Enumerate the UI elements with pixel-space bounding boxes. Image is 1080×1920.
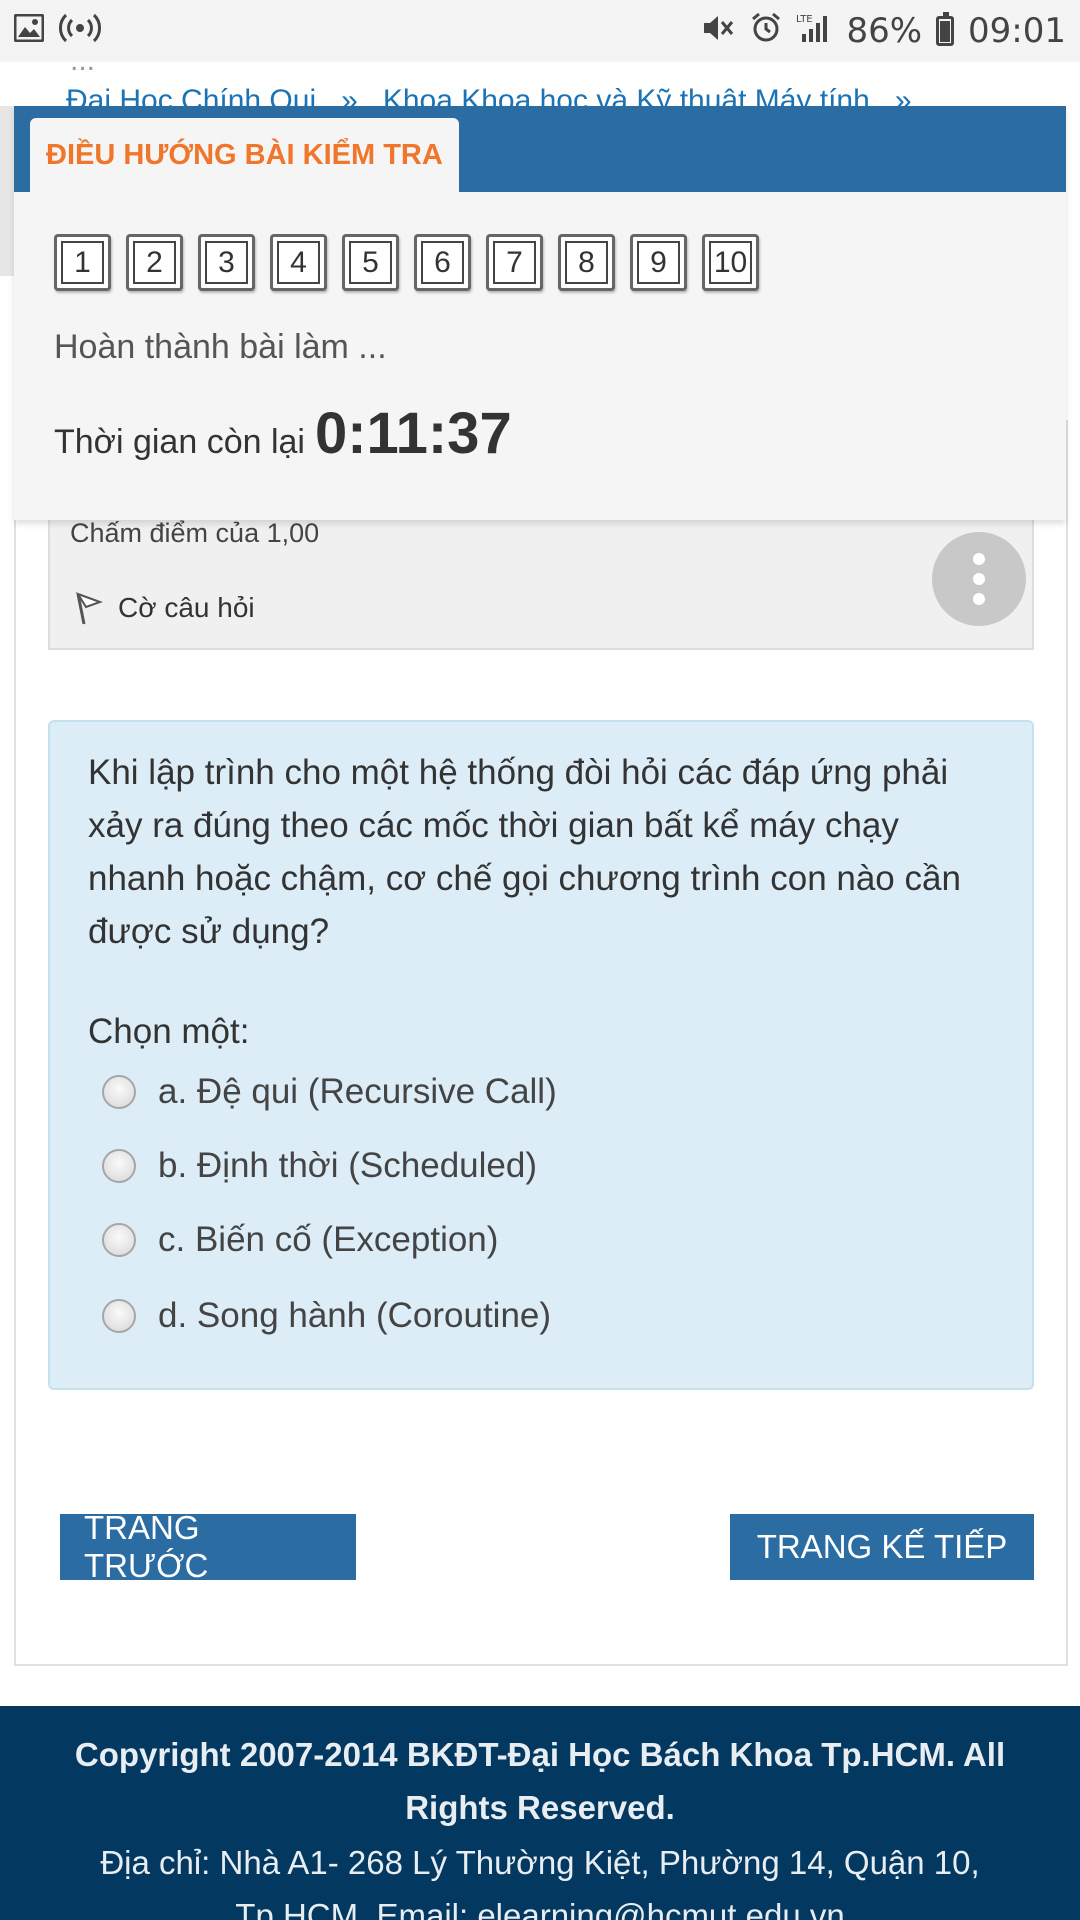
answer-option-a[interactable]: a. Đệ qui (Recursive Call) — [102, 1072, 557, 1112]
breadcrumb: ... Đại Học Chính Qui » Khoa Khoa học và… — [0, 62, 1080, 106]
question-number-label: 7 — [493, 241, 536, 284]
radio-button[interactable] — [102, 1223, 136, 1257]
question-text: Khi lập trình cho một hệ thống đòi hỏi c… — [88, 753, 961, 951]
breadcrumb-separator: » — [341, 84, 358, 106]
previous-page-button[interactable]: TRANG TRƯỚC — [60, 1509, 356, 1584]
question-number-button[interactable]: 10 — [702, 234, 759, 291]
question-number-label: 1 — [61, 241, 104, 284]
page-edge — [0, 106, 14, 276]
breadcrumb-links[interactable]: Đại Học Chính Qui » Khoa Khoa học và Kỹ … — [66, 84, 912, 106]
timer-value: 0:11:37 — [314, 401, 512, 466]
answer-option-label[interactable]: b. Định thời (Scheduled) — [158, 1146, 537, 1186]
question-number-button[interactable]: 7 — [486, 234, 543, 291]
answer-option-d[interactable]: d. Song hành (Coroutine) — [102, 1296, 551, 1336]
answer-option-label[interactable]: c. Biến cố (Exception) — [158, 1220, 498, 1260]
breadcrumb-item[interactable]: Khoa Khoa học và Kỹ thuật Máy tính — [383, 84, 870, 106]
question-number-button[interactable]: 3 — [198, 234, 255, 291]
question-number-button[interactable]: 9 — [630, 234, 687, 291]
finish-attempt-link[interactable]: Hoàn thành bài làm ... — [54, 328, 387, 367]
battery-percent: 86% — [846, 11, 923, 51]
question-number-button[interactable]: 4 — [270, 234, 327, 291]
breadcrumb-separator: » — [894, 84, 912, 106]
clock: 09:01 — [968, 11, 1066, 51]
question-grade: Chấm điểm của 1,00 — [70, 518, 320, 548]
question-number-button[interactable]: 2 — [126, 234, 183, 291]
more-options-button[interactable] — [932, 532, 1026, 626]
breadcrumb-item[interactable]: Đại Học Chính Qui — [66, 84, 316, 106]
question-number-label: 8 — [565, 241, 608, 284]
answer-option-label[interactable]: d. Song hành (Coroutine) — [158, 1296, 551, 1336]
radio-button[interactable] — [102, 1149, 136, 1183]
image-icon — [13, 13, 45, 48]
question-box: Khi lập trình cho một hệ thống đòi hỏi c… — [48, 720, 1034, 1390]
answer-option-label[interactable]: a. Đệ qui (Recursive Call) — [158, 1072, 557, 1112]
flag-question[interactable]: Cờ câu hỏi — [74, 590, 255, 626]
battery-icon — [936, 12, 955, 46]
question-number-label: 10 — [709, 241, 752, 284]
timer: Thời gian còn lại 0:11:37 — [54, 400, 512, 467]
question-number-label: 4 — [277, 241, 320, 284]
quiz-navigation: ĐIỀU HƯỚNG BÀI KIỂM TRA 1 2 3 4 5 6 7 8 … — [14, 106, 1066, 520]
hotspot-icon — [58, 13, 102, 49]
footer-address: Địa chỉ: Nhà A1- 268 Lý Thường Kiệt, Phư… — [100, 1844, 980, 1920]
flag-question-label[interactable]: Cờ câu hỏi — [118, 592, 255, 624]
question-number-label: 3 — [205, 241, 248, 284]
question-number-button[interactable]: 5 — [342, 234, 399, 291]
radio-button[interactable] — [102, 1299, 136, 1333]
question-number-button[interactable]: 6 — [414, 234, 471, 291]
more-options-icon — [973, 553, 985, 565]
breadcrumb-line-top: ... — [70, 62, 95, 78]
mute-icon — [702, 13, 736, 49]
question-number-button[interactable]: 1 — [54, 234, 111, 291]
network-label: LTE — [796, 14, 813, 25]
status-bar: LTE 86% 09:01 — [0, 0, 1080, 62]
question-number-label: 6 — [421, 241, 464, 284]
answer-option-c[interactable]: c. Biến cố (Exception) — [102, 1220, 498, 1260]
footer: Copyright 2007-2014 BKĐT-Đại Học Bách Kh… — [0, 1706, 1080, 1920]
quiz-navigation-header: ĐIỀU HƯỚNG BÀI KIỂM TRA — [14, 106, 1066, 192]
radio-button[interactable] — [102, 1075, 136, 1109]
timer-label: Thời gian còn lại — [54, 423, 305, 461]
question-info: Chấm điểm của 1,00 Cờ câu hỏi — [48, 500, 1034, 650]
signal-icon: LTE — [796, 12, 832, 50]
question-number-label: 2 — [133, 241, 176, 284]
flag-icon[interactable] — [74, 590, 104, 626]
footer-copyright: Copyright 2007-2014 BKĐT-Đại Học Bách Kh… — [74, 1736, 1006, 1826]
answer-prompt: Chọn một: — [88, 1012, 250, 1051]
answer-option-b[interactable]: b. Định thời (Scheduled) — [102, 1146, 537, 1186]
question-number-label: 5 — [349, 241, 392, 284]
quiz-navigation-title[interactable]: ĐIỀU HƯỚNG BÀI KIỂM TRA — [30, 118, 459, 192]
question-number-label: 9 — [637, 241, 680, 284]
alarm-icon — [750, 12, 782, 50]
next-page-button[interactable]: TRANG KẾ TIẾP — [730, 1514, 1034, 1580]
question-number-button[interactable]: 8 — [558, 234, 615, 291]
question-number-list: 1 2 3 4 5 6 7 8 9 10 — [54, 234, 759, 291]
